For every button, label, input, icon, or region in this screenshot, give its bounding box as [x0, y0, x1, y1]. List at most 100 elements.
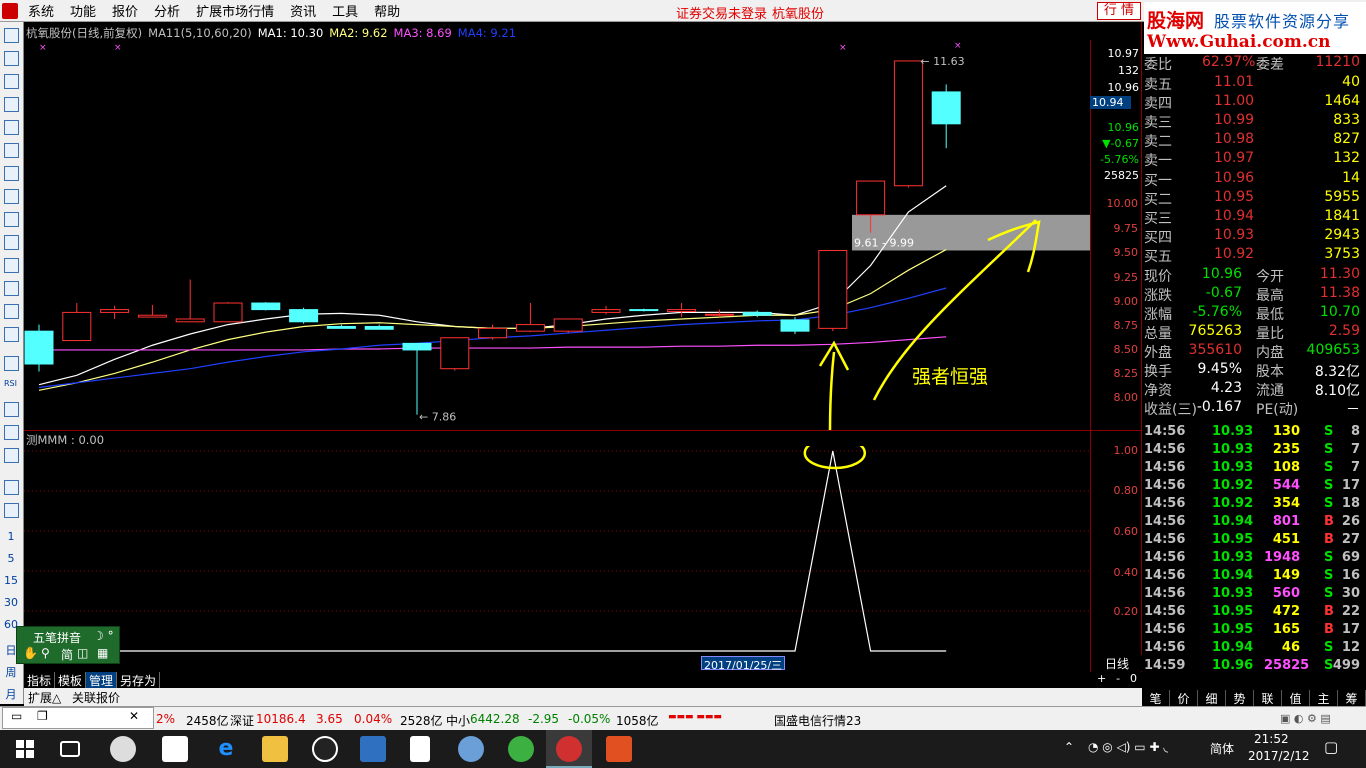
sell-level-row[interactable]: 卖三 10.99 833 [1144, 112, 1364, 131]
period-15min[interactable]: 15 [0, 574, 22, 587]
buy-level-row[interactable]: 买四 10.93 2943 [1144, 227, 1364, 246]
sell-level-row[interactable]: 卖四 11.00 1464 [1144, 93, 1364, 112]
news-icon[interactable] [4, 235, 19, 250]
period-month[interactable]: 月 [0, 686, 22, 702]
browser-icon[interactable] [508, 736, 534, 762]
period-label[interactable]: 日线 [1092, 655, 1142, 671]
menu-tools[interactable]: 工具 [326, 1, 364, 20]
period-1min[interactable]: 1 [0, 530, 22, 543]
tab-trend[interactable]: 势 [1226, 690, 1254, 706]
clock-time[interactable]: 21:52 [1254, 732, 1289, 746]
sell-level-row[interactable]: 卖五 11.01 40 [1144, 74, 1364, 93]
tab-main[interactable]: 主 [1310, 690, 1338, 706]
document-icon[interactable] [4, 304, 19, 319]
folder-icon[interactable] [262, 736, 288, 762]
tab-template[interactable]: 模板 [55, 672, 87, 688]
back-arrow-icon[interactable] [4, 28, 19, 43]
fullwidth-icon[interactable]: ◫ [77, 646, 88, 660]
active-task[interactable] [546, 730, 592, 768]
stock-app2-icon[interactable] [606, 736, 632, 762]
period-30min[interactable]: 30 [0, 596, 22, 609]
server-name[interactable]: 国盛电信行情23 [774, 712, 861, 729]
edge-icon[interactable]: e [213, 736, 239, 762]
ext-tab[interactable]: 扩展△ [28, 689, 61, 706]
kline-chart[interactable]: ← 11.63 ← 7.86 9.61 - 9.99 强者恒强 × × × × [24, 40, 1090, 430]
zoom-out-button[interactable]: - [1116, 672, 1120, 688]
ime-indicator[interactable]: 简体 [1210, 740, 1234, 757]
buy-level-row[interactable]: 买二 10.95 5955 [1144, 189, 1364, 208]
menu-quote[interactable]: 报价 [106, 1, 144, 20]
menu-analysis[interactable]: 分析 [148, 1, 186, 20]
tab-trades[interactable]: 笔 [1142, 690, 1170, 706]
circle-icon[interactable] [4, 327, 19, 342]
wave-icon[interactable] [4, 356, 19, 371]
tab-chips[interactable]: 筹 [1338, 690, 1366, 706]
tray-up-icon[interactable]: ⌃ [1064, 740, 1074, 754]
tab-price[interactable]: 价 [1170, 690, 1198, 706]
report-icon[interactable] [4, 258, 19, 273]
ime-toolbar[interactable]: 五笔拼音 ☽ ° ✋ ⚲ 简 ◫ ▦ [16, 626, 120, 664]
keyboard-icon[interactable]: ▦ [97, 646, 108, 660]
quote-button[interactable]: 行 情 [1097, 2, 1141, 20]
menu-extended-market[interactable]: 扩展市场行情 [190, 1, 280, 20]
period-week[interactable]: 周 [0, 664, 22, 680]
buy-level-row[interactable]: 买三 10.94 1841 [1144, 208, 1364, 227]
tab-indicator[interactable]: 指标 [24, 672, 56, 688]
zoom-reset-button[interactable]: 0 [1130, 672, 1137, 688]
ime-mode[interactable]: 简 [61, 646, 73, 663]
hand-icon[interactable]: ✋ [23, 646, 38, 660]
menu-info[interactable]: 资讯 [284, 1, 322, 20]
moon-icon[interactable]: ☽ ° [93, 629, 114, 643]
zoom-in-button[interactable]: + [1097, 672, 1106, 688]
menu-help[interactable]: 帮助 [368, 1, 406, 20]
dollar-icon[interactable] [4, 402, 19, 417]
tab-related[interactable]: 联 [1254, 690, 1282, 706]
stock-app-icon[interactable] [556, 736, 582, 762]
related-quote-tab[interactable]: 关联报价 [72, 689, 120, 706]
tab-detail[interactable]: 细 [1198, 690, 1226, 706]
tab-save-as[interactable]: 另存为 [117, 672, 161, 688]
search-icon[interactable]: ⚲ [41, 646, 50, 660]
buy-level-row[interactable]: 买一 10.96 14 [1144, 170, 1364, 189]
f5-icon[interactable] [4, 480, 19, 495]
stat-value: 10.96 [1201, 266, 1242, 282]
menu-system[interactable]: 系统 [22, 1, 60, 20]
tray-icons[interactable]: ▣ ◐ ⚙ ▤ [1280, 712, 1331, 725]
up-arrow-icon[interactable] [4, 51, 19, 66]
move-icon[interactable] [4, 425, 19, 440]
candlestick-icon[interactable] [4, 166, 19, 181]
qq-icon[interactable] [312, 736, 338, 762]
store-icon[interactable] [162, 736, 188, 762]
rsi-icon[interactable]: RSI [4, 379, 19, 394]
login-notice[interactable]: 证券交易未登录 [676, 3, 767, 22]
notepad-icon[interactable] [410, 736, 430, 762]
tray-app-icons[interactable]: ◔ ◎ ◁) ▭ ✚ ◟ [1088, 740, 1168, 754]
buy-level-row[interactable]: 买五 10.92 3753 [1144, 246, 1364, 265]
media-player-icon[interactable] [360, 736, 386, 762]
minimize-icon[interactable]: ▭ [11, 709, 22, 723]
clock-date[interactable]: 2017/2/12 [1248, 749, 1310, 763]
close-icon[interactable]: ✕ [129, 709, 139, 723]
restore-icon[interactable]: ❐ [37, 709, 48, 723]
indicator-chart[interactable] [24, 446, 1090, 654]
f10-icon[interactable] [4, 212, 19, 227]
line-chart-icon[interactable] [4, 143, 19, 158]
sell-level-row[interactable]: 卖一 10.97 132 [1144, 150, 1364, 169]
sell-level-row[interactable]: 卖二 10.98 827 [1144, 131, 1364, 150]
f6-icon[interactable] [4, 503, 19, 518]
notification-icon[interactable]: ▢ [1324, 738, 1338, 756]
table-icon[interactable] [4, 120, 19, 135]
down-arrow-icon[interactable] [4, 74, 19, 89]
layout-icon[interactable] [4, 189, 19, 204]
f12-icon[interactable] [4, 281, 19, 296]
tab-manage[interactable]: 管理 [86, 672, 118, 688]
app-flower-icon[interactable] [110, 736, 136, 762]
quote-list-icon[interactable] [4, 97, 19, 112]
pencil-icon[interactable] [4, 448, 19, 463]
tab-value[interactable]: 值 [1282, 690, 1310, 706]
paint-icon[interactable] [458, 736, 484, 762]
period-5min[interactable]: 5 [0, 552, 22, 565]
task-view-icon[interactable] [60, 741, 80, 757]
windows-start-icon[interactable] [16, 740, 34, 758]
menu-function[interactable]: 功能 [64, 1, 102, 20]
